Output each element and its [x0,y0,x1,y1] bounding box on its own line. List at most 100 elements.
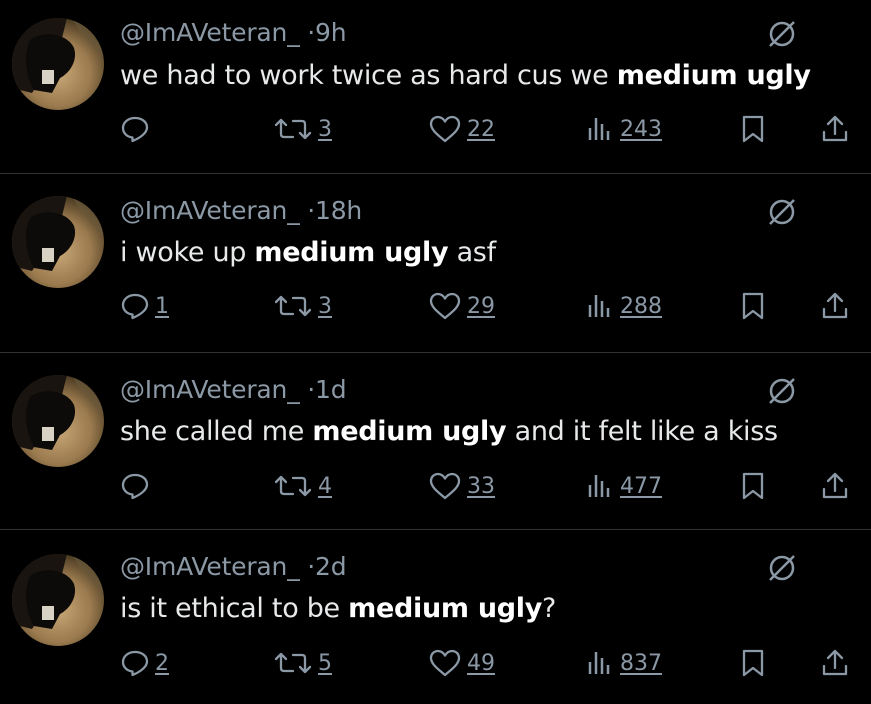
text-segment: we had to work twice as hard cus we [120,60,617,91]
timestamp[interactable]: 9h [315,18,347,47]
timestamp[interactable]: 2d [315,552,347,581]
retweet-button[interactable]: 3 [273,291,332,321]
timestamp[interactable]: 18h [315,196,362,225]
bookmark-button[interactable] [740,114,766,144]
tweet[interactable]: @ImAVeteran_ ·2d is it ethical to be med… [0,530,871,704]
tweet-text: is it ethical to be medium ugly? [120,593,556,624]
handle[interactable]: @ImAVeteran_ [120,375,300,404]
reply-button[interactable]: 2 [120,648,169,678]
share-button[interactable] [820,114,850,144]
like-icon [429,292,461,320]
retweet-icon [274,652,312,674]
like-count: 49 [467,650,495,676]
like-count: 33 [467,473,495,499]
retweet-count: 5 [318,650,332,676]
tweet[interactable]: @ImAVeteran_ ·18h i woke up medium ugly … [0,174,871,352]
mute-icon[interactable] [766,196,798,228]
text-segment: i woke up [120,237,255,268]
share-icon [822,292,848,319]
text-segment: and it felt like a kiss [506,416,779,447]
views-button[interactable]: 288 [585,291,662,321]
separator: · [307,18,315,47]
views-icon [588,295,610,317]
retweet-icon [274,118,312,140]
mute-icon[interactable] [766,18,798,50]
mute-icon[interactable] [766,552,798,584]
like-button[interactable]: 49 [428,648,495,678]
views-button[interactable]: 837 [585,648,662,678]
reply-icon [121,293,149,320]
handle[interactable]: @ImAVeteran_ [120,552,300,581]
tweet-text: we had to work twice as hard cus we medi… [120,60,811,91]
separator: · [307,552,315,581]
views-button[interactable]: 477 [585,471,662,501]
like-icon [429,472,461,500]
tweet-meta: @ImAVeteran_ ·1d [120,375,347,404]
handle[interactable]: @ImAVeteran_ [120,18,300,47]
bookmark-icon [742,472,764,500]
retweet-button[interactable]: 5 [273,648,332,678]
retweet-button[interactable]: 4 [273,471,332,501]
share-icon [822,472,848,499]
tweet-text: she called me medium ugly and it felt li… [120,416,778,447]
tweet[interactable]: @ImAVeteran_ ·1d she called me medium ug… [0,353,871,529]
reply-button[interactable]: 1 [120,291,169,321]
share-button[interactable] [820,471,850,501]
share-button[interactable] [820,648,850,678]
bookmark-button[interactable] [740,648,766,678]
avatar[interactable] [12,375,104,467]
views-count: 288 [620,293,662,319]
like-button[interactable]: 22 [428,114,495,144]
views-count: 477 [620,473,662,499]
views-count: 837 [620,650,662,676]
retweet-count: 4 [318,473,332,499]
text-highlight: medium ugly [616,60,811,91]
bookmark-button[interactable] [740,291,766,321]
reply-count: 1 [155,293,169,319]
reply-icon [121,473,149,500]
separator: · [307,375,315,404]
avatar[interactable] [12,554,104,646]
text-highlight: medium ugly [254,237,449,268]
handle[interactable]: @ImAVeteran_ [120,196,300,225]
timestamp[interactable]: 1d [315,375,347,404]
share-icon [822,115,848,142]
bookmark-button[interactable] [740,471,766,501]
text-segment: asf [448,237,497,268]
separator: · [307,196,315,225]
avatar[interactable] [12,196,104,288]
like-button[interactable]: 29 [428,291,495,321]
views-icon [588,118,610,140]
retweet-icon [274,475,312,497]
tweet[interactable]: @ImAVeteran_ ·9h we had to work twice as… [0,0,871,173]
views-button[interactable]: 243 [585,114,662,144]
text-segment: ? [542,593,557,624]
views-icon [588,652,610,674]
avatar[interactable] [12,18,104,110]
share-button[interactable] [820,291,850,321]
reply-button[interactable] [120,471,155,501]
text-segment: she called me [120,416,313,447]
bookmark-icon [742,115,764,143]
like-count: 29 [467,293,495,319]
text-highlight: medium ugly [312,416,507,447]
tweet-meta: @ImAVeteran_ ·2d [120,552,347,581]
tweet-meta: @ImAVeteran_ ·18h [120,196,362,225]
reply-icon [121,650,149,677]
reply-count: 2 [155,650,169,676]
mute-icon[interactable] [766,375,798,407]
reply-button[interactable] [120,114,155,144]
text-segment: is it ethical to be [120,593,349,624]
views-icon [588,475,610,497]
like-icon [429,649,461,677]
retweet-button[interactable]: 3 [273,114,332,144]
retweet-icon [274,295,312,317]
bookmark-icon [742,649,764,677]
reply-icon [121,116,149,143]
share-icon [822,649,848,676]
retweet-count: 3 [318,116,332,142]
tweet-meta: @ImAVeteran_ ·9h [120,18,347,47]
bookmark-icon [742,292,764,320]
like-button[interactable]: 33 [428,471,495,501]
retweet-count: 3 [318,293,332,319]
